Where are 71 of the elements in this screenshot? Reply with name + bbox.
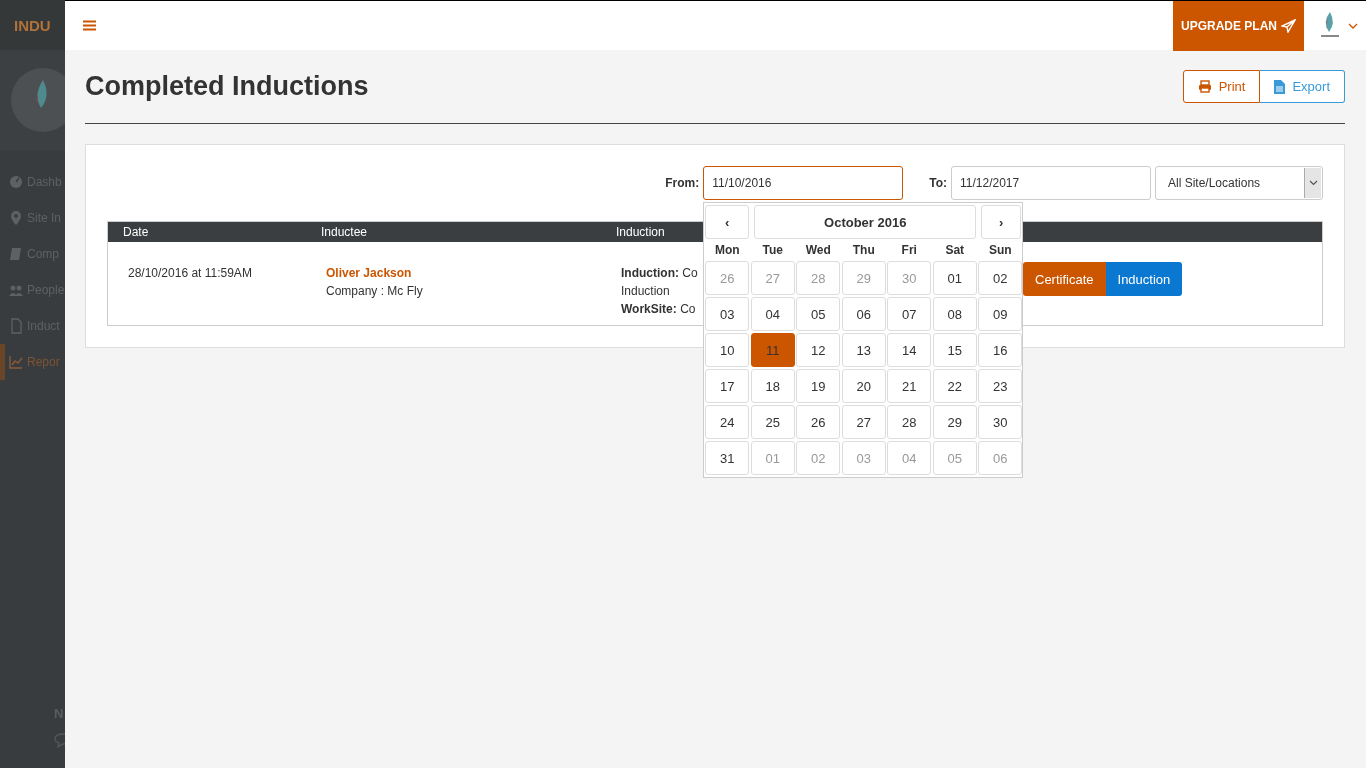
weekday-label: Sun <box>987 243 1013 259</box>
calendar-day[interactable]: 31 <box>705 441 750 475</box>
to-label: To: <box>929 176 947 190</box>
calendar-day[interactable]: 10 <box>705 333 750 367</box>
date-cell: 28/10/2016 at 11:59AM <box>128 266 252 280</box>
month-title-button[interactable]: October 2016 <box>754 205 977 239</box>
induction-detail: Induction <box>621 283 670 300</box>
calendar-day[interactable]: 20 <box>841 369 886 403</box>
weekday-label: Mon <box>713 243 741 259</box>
calendar-day[interactable]: 01 <box>932 261 977 295</box>
weekday-label: Wed <box>804 243 832 259</box>
menu-icon[interactable] <box>83 20 96 31</box>
column-header: Date <box>107 221 306 242</box>
caret-icon[interactable] <box>1348 22 1358 29</box>
calendar-day[interactable]: 27 <box>841 405 886 439</box>
calendar-day[interactable]: 08 <box>932 297 977 331</box>
calendar-day[interactable]: 21 <box>887 369 932 403</box>
brand-logo: INDU <box>14 16 51 34</box>
company-text: Company : Mc Fly <box>326 283 423 300</box>
paper-plane-icon <box>1281 18 1296 33</box>
from-label: From: <box>665 176 700 190</box>
upgrade-plan-button[interactable]: UPGRADE PLAN <box>1173 0 1304 51</box>
calendar-day[interactable]: 15 <box>932 333 977 367</box>
printer-icon <box>1197 80 1212 93</box>
doc-icon <box>9 318 23 334</box>
induction-detail: Induction: Co <box>621 265 698 282</box>
company-logo-icon <box>10 65 65 135</box>
from-date-field[interactable]: 11/10/2016 <box>703 166 904 200</box>
document-icon <box>1274 79 1286 94</box>
print-button[interactable]: Print <box>1182 70 1261 103</box>
weekday-label: Sat <box>944 243 966 259</box>
calendar-day[interactable]: 25 <box>750 405 795 439</box>
calendar-day[interactable]: 17 <box>705 369 750 403</box>
calendar-day[interactable]: 02 <box>978 261 1023 295</box>
page-title: Completed Inductions <box>85 71 370 102</box>
calendar-day[interactable]: 23 <box>978 369 1023 403</box>
calendar-day[interactable]: 05 <box>796 297 841 331</box>
next-month-button[interactable]: › <box>981 205 1022 239</box>
inductee-link[interactable]: Oliver Jackson <box>326 264 412 282</box>
calendar-day[interactable]: 18 <box>750 369 795 403</box>
certificate-button[interactable]: Certificate <box>1023 262 1106 296</box>
calendar-day[interactable]: 14 <box>887 333 932 367</box>
calendar-day[interactable]: 09 <box>978 297 1023 331</box>
chart-icon <box>9 354 23 370</box>
calendar-day[interactable]: 12 <box>796 333 841 367</box>
calendar-day[interactable]: 16 <box>978 333 1023 367</box>
calendar-day[interactable]: 13 <box>841 333 886 367</box>
calendar-day[interactable]: 07 <box>887 297 932 331</box>
calendar-day[interactable]: 04 <box>750 297 795 331</box>
weekday-label: Tue <box>761 243 784 259</box>
calendar-day[interactable]: 28 <box>887 405 932 439</box>
calendar-day[interactable]: 30 <box>978 405 1023 439</box>
previous-month-button[interactable]: ‹ <box>705 205 750 239</box>
book-icon <box>9 246 23 262</box>
calendar-day[interactable]: 26 <box>796 405 841 439</box>
calendar-day[interactable]: 29 <box>932 405 977 439</box>
calendar-day[interactable]: 19 <box>796 369 841 403</box>
site-location-select[interactable]: All Site/Locations <box>1155 166 1323 200</box>
calendar-day[interactable]: 06 <box>841 297 886 331</box>
column-header: Inductee <box>306 221 601 242</box>
calendar-day[interactable]: 24 <box>705 405 750 439</box>
calendar-day[interactable]: 03 <box>705 297 750 331</box>
dashboard-icon <box>9 174 23 190</box>
calendar-day[interactable]: 22 <box>932 369 977 403</box>
weekday-label: Fri <box>900 243 918 259</box>
weekday-label: Thu <box>851 243 876 259</box>
induction-button[interactable]: Induction <box>1105 262 1183 296</box>
induction-detail: WorkSite: Co <box>621 301 696 318</box>
pin-icon <box>9 210 23 226</box>
chevron-down-icon <box>1308 180 1318 186</box>
to-date-field[interactable]: 11/12/2017 <box>951 166 1151 200</box>
